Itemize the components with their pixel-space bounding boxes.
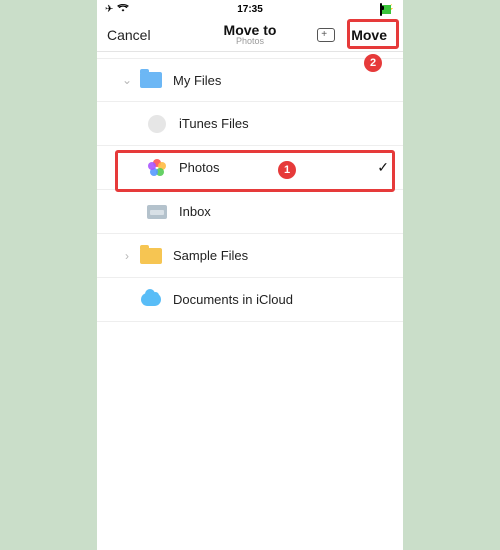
checkmark-icon: ✓ xyxy=(377,159,389,176)
status-bar: ✈ 17:35 ⚡ xyxy=(97,0,403,18)
cancel-button[interactable]: Cancel xyxy=(107,27,151,43)
row-label: iTunes Files xyxy=(179,116,389,131)
step-badge-1: 1 xyxy=(278,161,296,179)
row-photos[interactable]: Photos ✓ xyxy=(97,146,403,190)
move-button[interactable]: Move xyxy=(345,23,393,47)
row-icloud[interactable]: Documents in iCloud xyxy=(97,278,403,322)
battery-icon xyxy=(380,4,382,15)
wifi-icon xyxy=(117,3,129,15)
row-label: Documents in iCloud xyxy=(173,292,389,307)
row-my-files[interactable]: ⌄ My Files xyxy=(97,58,403,102)
folder-list: ⌄ My Files iTunes Files Photos ✓ xyxy=(97,52,403,322)
status-time: 17:35 xyxy=(237,4,263,15)
chevron-down-icon[interactable]: ⌄ xyxy=(115,73,139,87)
row-label: Inbox xyxy=(179,204,389,219)
folder-icon xyxy=(139,68,163,92)
new-folder-icon[interactable] xyxy=(317,28,335,42)
photos-icon xyxy=(145,156,169,180)
row-label: My Files xyxy=(173,73,389,88)
row-label: Sample Files xyxy=(173,248,389,263)
cloud-icon xyxy=(139,288,163,312)
phone-frame: ✈ 17:35 ⚡ Cancel Move to Photos Move ⌄ M… xyxy=(97,0,403,550)
chevron-right-icon[interactable]: › xyxy=(115,249,139,263)
step-badge-2: 2 xyxy=(364,54,382,72)
itunes-icon xyxy=(145,112,169,136)
nav-bar: Cancel Move to Photos Move xyxy=(97,18,403,52)
inbox-icon xyxy=(145,200,169,224)
folder-icon xyxy=(139,244,163,268)
row-sample-files[interactable]: › Sample Files xyxy=(97,234,403,278)
row-inbox[interactable]: Inbox xyxy=(97,190,403,234)
airplane-icon: ✈ xyxy=(105,4,113,15)
row-itunes-files[interactable]: iTunes Files xyxy=(97,102,403,146)
